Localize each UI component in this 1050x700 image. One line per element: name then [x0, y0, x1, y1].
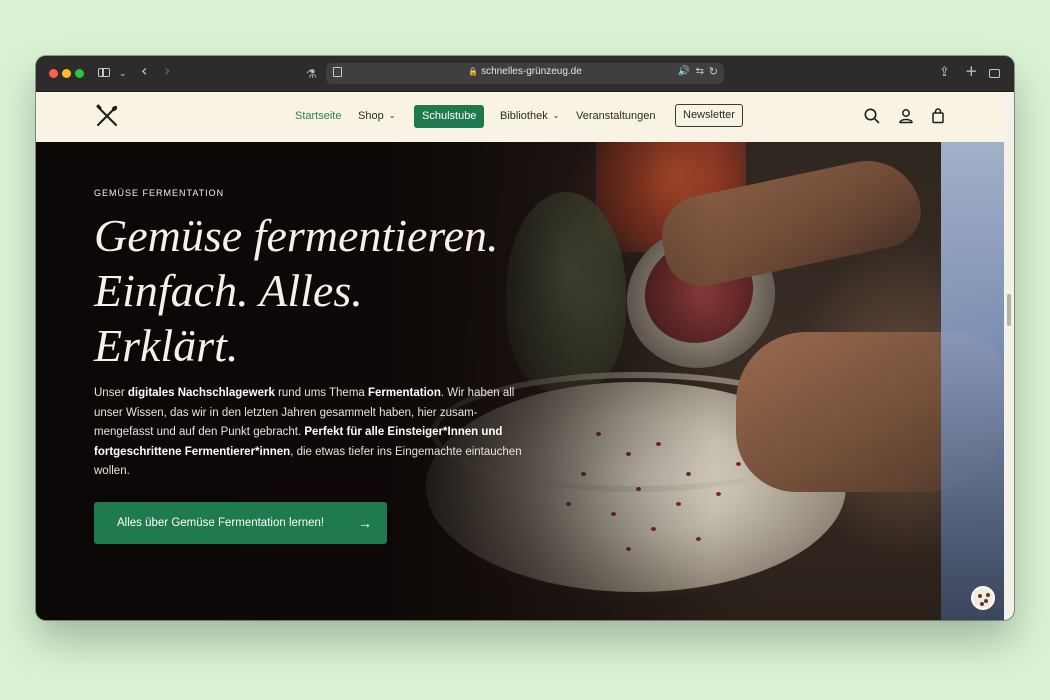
nav-newsletter-button[interactable]: Newsletter	[675, 104, 743, 127]
scrollbar-track[interactable]	[1004, 92, 1014, 620]
hero-eyebrow: GEMÜSE FERMENTATION	[94, 188, 225, 198]
url-value: schnelles-grünzeug.de	[481, 66, 582, 77]
scrollbar-thumb[interactable]	[1007, 294, 1011, 326]
nav-shop-label: Shop	[358, 110, 384, 122]
reload-icon[interactable]: ↻	[709, 65, 718, 78]
translate-icon[interactable]: ⇆	[696, 66, 704, 77]
nav-schulstube-button[interactable]: Schulstube	[414, 105, 485, 128]
hero-title: Gemüse fermentieren. Einfach. Alles. Erk…	[94, 208, 574, 373]
hero-title-line: Einfach. Alles.	[94, 265, 363, 316]
hero-text: rund ums Thema	[274, 387, 368, 399]
site-header: Startseite Shop ⌄ Schulstube Bibliothek ⌄ …	[36, 92, 1004, 142]
share-icon[interactable]: ⇪	[939, 65, 950, 81]
browser-window: ⌄ ‹ › ⚗ 🔒 schnelles-grünzeug.de 🔊 ⇆ ↻ ⇪ +…	[36, 56, 1014, 620]
sidebar-icon[interactable]	[98, 68, 110, 77]
cookie-settings-icon[interactable]	[971, 586, 995, 610]
cta-learn-fermentation-button[interactable]: Alles über Gemüse Fermentation lernen! →	[94, 502, 387, 544]
nav-bibliothek-label: Bibliothek	[500, 110, 548, 122]
hero-section: GEMÜSE FERMENTATION Gemüse fermentieren.…	[36, 142, 1004, 620]
hero-text-bold: digitales Nachschlagewerk	[127, 387, 275, 399]
arrow-right-icon: →	[358, 515, 372, 531]
url-text[interactable]: 🔒 schnelles-grünzeug.de	[326, 66, 724, 77]
address-bar[interactable]: 🔒 schnelles-grünzeug.de 🔊 ⇆ ↻	[326, 63, 724, 84]
forward-icon[interactable]: ›	[164, 63, 170, 79]
back-icon[interactable]: ‹	[141, 63, 147, 79]
chevron-down-icon: ⌄	[552, 111, 560, 120]
logo-icon[interactable]	[95, 104, 119, 128]
hero-text-bold: Fermentation	[368, 387, 441, 399]
hero-title-line: Erklärt.	[94, 320, 239, 371]
nav-bibliothek[interactable]: Bibliothek ⌄	[500, 110, 559, 122]
account-icon[interactable]	[897, 107, 915, 125]
close-window-button[interactable]	[49, 69, 58, 78]
tab-overview-icon[interactable]	[989, 69, 1000, 78]
minimize-window-button[interactable]	[62, 69, 71, 78]
search-icon[interactable]	[863, 107, 881, 125]
nav-home[interactable]: Startseite	[295, 110, 341, 122]
chevron-down-icon[interactable]: ⌄	[119, 66, 127, 82]
new-tab-icon[interactable]: +	[965, 63, 978, 79]
cta-label: Alles über Gemüse Fermentation lernen!	[117, 517, 325, 529]
audio-icon[interactable]: 🔊	[678, 66, 690, 77]
nav-shop[interactable]: Shop ⌄	[358, 110, 395, 122]
cart-icon[interactable]	[929, 107, 947, 125]
maximize-window-button[interactable]	[75, 69, 84, 78]
hero-description: Unser digitales Nachschlagewerk rund ums…	[94, 384, 524, 482]
hero-title-line: Gemüse fermentieren.	[94, 210, 499, 261]
nav-veranstaltungen[interactable]: Veranstaltungen	[576, 110, 656, 122]
lock-icon: 🔒	[468, 67, 479, 76]
extension-icon[interactable]: ⚗	[306, 66, 317, 82]
hero-text: Unser	[94, 387, 128, 399]
chevron-down-icon: ⌄	[388, 111, 396, 120]
browser-toolbar: ⌄ ‹ › ⚗ 🔒 schnelles-grünzeug.de 🔊 ⇆ ↻ ⇪ +	[36, 56, 1014, 92]
